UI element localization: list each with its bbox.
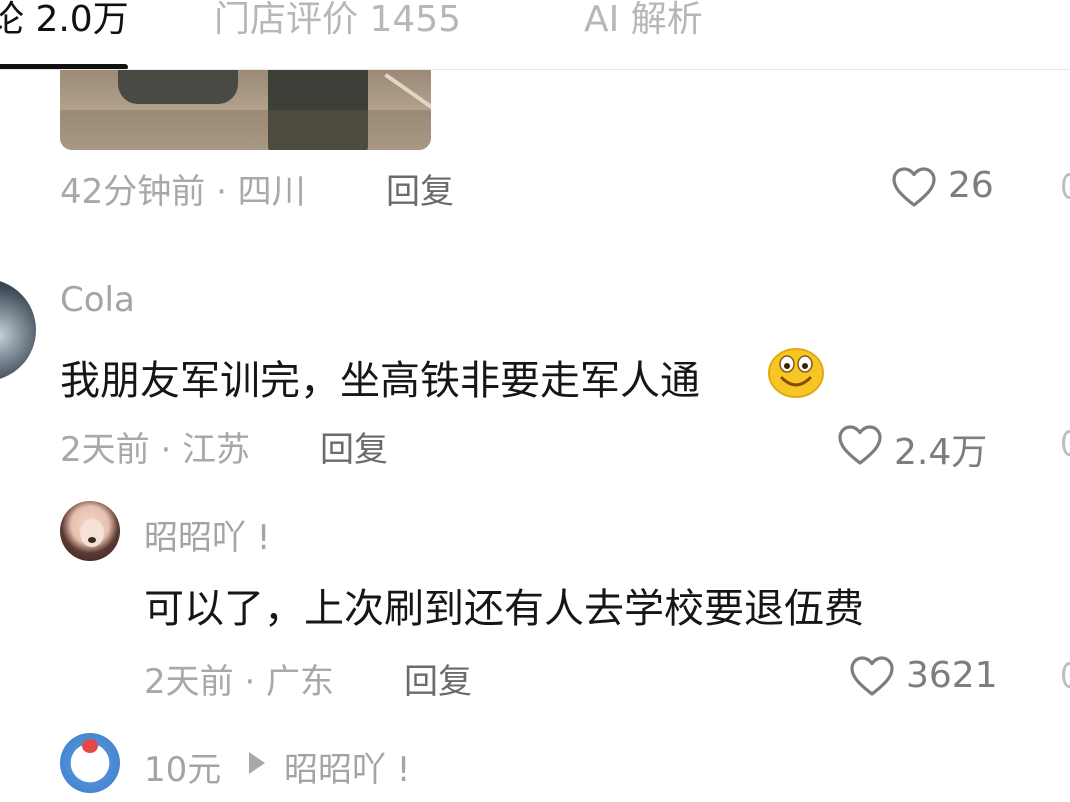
reply-button[interactable]: 回复: [404, 654, 472, 703]
reply-to-username[interactable]: 昭昭吖 !: [284, 742, 410, 791]
like-button[interactable]: 26: [890, 163, 1000, 209]
comment-text: 我朋友军训完，坐高铁非要走军人通: [60, 358, 700, 404]
like-button[interactable]: 2.4万: [836, 421, 996, 473]
reply-text: 可以了，上次刷到还有人去学校要退伍费: [144, 586, 864, 632]
comment-meta: 42分钟前 · 四川: [60, 172, 306, 212]
tab-bar: 论 2.0万 门店评价 1455 AI 解析: [0, 0, 1070, 70]
avatar[interactable]: [60, 501, 120, 561]
avatar[interactable]: [60, 733, 120, 793]
like-count: 3621: [906, 655, 998, 696]
more-options-icon[interactable]: [1062, 173, 1070, 199]
more-options-icon[interactable]: [1062, 430, 1070, 456]
like-button[interactable]: 3621: [848, 652, 1008, 698]
reply-button[interactable]: 回复: [386, 164, 454, 213]
reply-username[interactable]: 10元: [144, 742, 221, 791]
reply-meta: 2天前 · 广东: [144, 662, 335, 702]
tab-comments[interactable]: 论 2.0万: [0, 0, 129, 42]
reply-username[interactable]: 昭昭吖 !: [144, 510, 270, 559]
grinning-face-emoji: [768, 348, 824, 398]
tab-store-reviews[interactable]: 门店评价 1455: [214, 0, 461, 42]
play-triangle-icon: [249, 752, 265, 774]
like-count: 26: [948, 165, 994, 206]
like-count: 2.4万: [894, 432, 988, 473]
heart-outline-icon: [838, 425, 882, 465]
comment-username[interactable]: Cola: [60, 280, 135, 320]
reply-button[interactable]: 回复: [320, 422, 388, 471]
more-options-icon[interactable]: [1062, 662, 1070, 688]
comment-photo[interactable]: [60, 70, 431, 150]
tab-ai-analysis[interactable]: AI 解析: [584, 0, 703, 42]
avatar[interactable]: [0, 279, 36, 381]
heart-outline-icon: [892, 167, 936, 207]
heart-outline-icon: [850, 656, 894, 696]
comment-meta: 2天前 · 江苏: [60, 430, 251, 470]
